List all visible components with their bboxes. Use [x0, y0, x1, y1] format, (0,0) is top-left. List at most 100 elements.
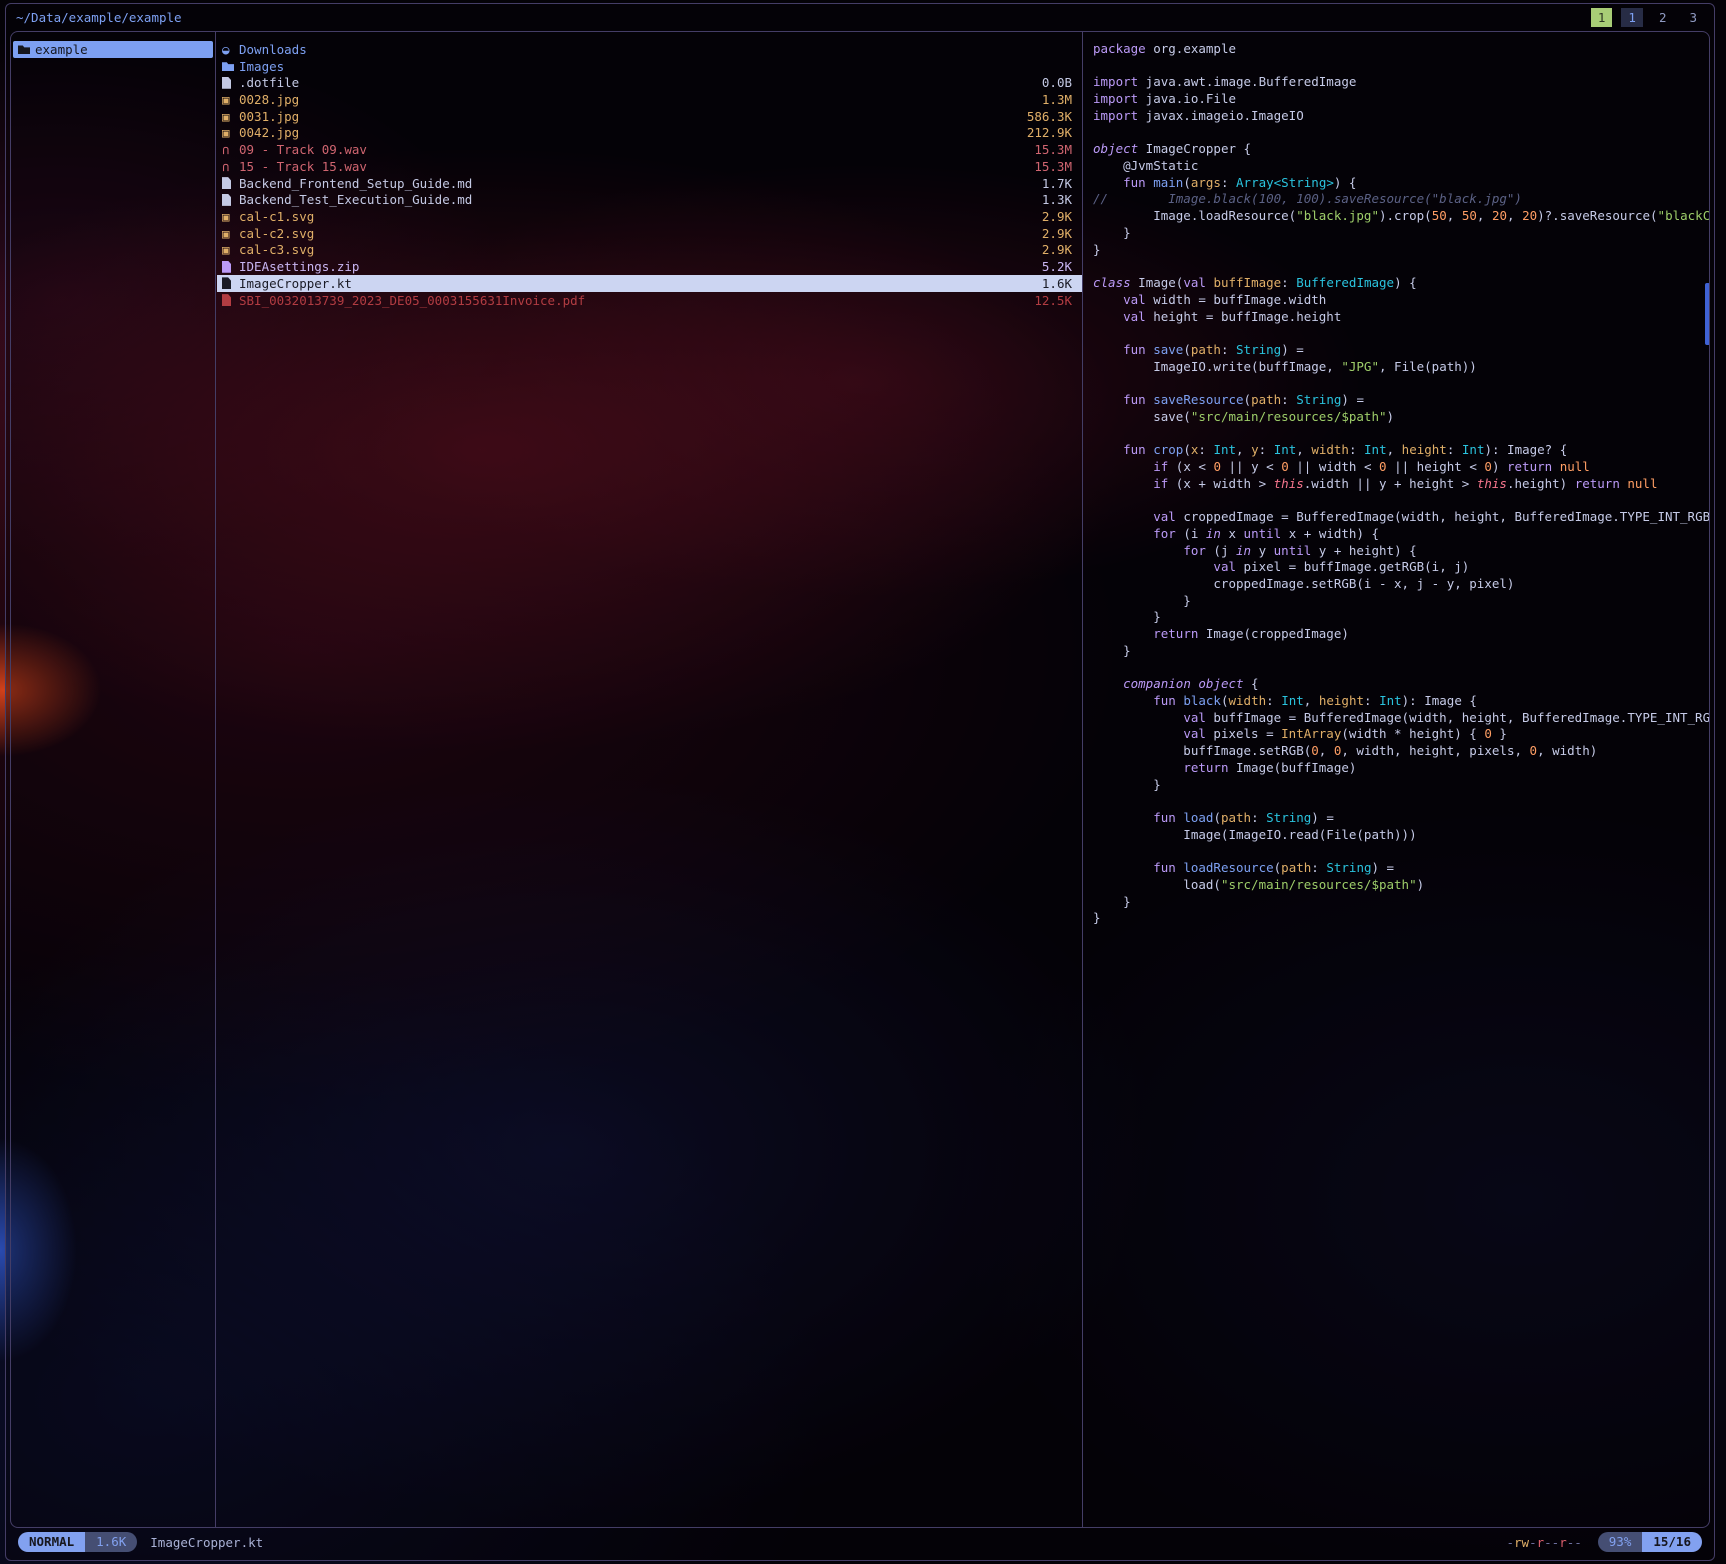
- file-row[interactable]: ◒Downloads: [217, 41, 1082, 58]
- code-line: [1093, 125, 1709, 142]
- folder-icon: [222, 61, 239, 71]
- file-icon: [222, 77, 239, 89]
- pdf-icon: [222, 294, 239, 306]
- file-size: 2.9K: [1042, 226, 1072, 241]
- file-row[interactable]: ImageCropper.kt1.6K: [217, 275, 1082, 292]
- code-line: }: [1093, 609, 1709, 626]
- preview-pane: package org.example import java.awt.imag…: [1084, 32, 1709, 1527]
- code-line: [1093, 375, 1709, 392]
- image-icon: ▣: [222, 125, 239, 140]
- file-row[interactable]: Backend_Test_Execution_Guide.md1.3K: [217, 191, 1082, 208]
- code-line: }: [1093, 777, 1709, 794]
- code-line: }: [1093, 910, 1709, 927]
- file-name: 0042.jpg: [239, 125, 1019, 140]
- file-size: 1.3M: [1042, 92, 1072, 107]
- file-row[interactable]: IDEAsettings.zip5.2K: [217, 258, 1082, 275]
- code-line: [1093, 844, 1709, 861]
- tab-2[interactable]: 2: [1652, 8, 1674, 27]
- file-row[interactable]: ▣0028.jpg 1.3M: [217, 91, 1082, 108]
- file-name: Downloads: [239, 42, 1064, 57]
- code-line: import javax.imageio.ImageIO: [1093, 108, 1709, 125]
- mode-indicator: NORMAL: [18, 1532, 85, 1552]
- status-filename: ImageCropper.kt: [150, 1535, 263, 1550]
- file-name: Images: [239, 59, 1064, 74]
- tab-bar: 1123: [1591, 8, 1704, 27]
- file-row[interactable]: Backend_Frontend_Setup_Guide.md1.7K: [217, 175, 1082, 192]
- code-line: fun saveResource(path: String) =: [1093, 392, 1709, 409]
- code-line: fun save(path: String) =: [1093, 342, 1709, 359]
- code-line: [1093, 258, 1709, 275]
- code-line: import java.io.File: [1093, 91, 1709, 108]
- header-bar: ~/Data/example/example 1123: [6, 4, 1714, 30]
- file-row[interactable]: SBI_0032013739_2023_DE05_0003155631Invoi…: [217, 292, 1082, 309]
- code-line: val pixel = buffImage.getRGB(i, j): [1093, 559, 1709, 576]
- code-line: [1093, 58, 1709, 75]
- file-name: 0028.jpg: [239, 92, 1034, 107]
- file-row[interactable]: ▣cal-c1.svg 2.9K: [217, 208, 1082, 225]
- file-permissions: -rw-r--r--: [1506, 1535, 1581, 1550]
- scroll-percent: 93%: [1598, 1532, 1643, 1552]
- file-name: 0031.jpg: [239, 109, 1019, 124]
- code-line: package org.example: [1093, 41, 1709, 58]
- markdown-icon: [222, 194, 239, 206]
- file-row[interactable]: ▣0031.jpg586.3K: [217, 108, 1082, 125]
- code-line: }: [1093, 242, 1709, 259]
- code-line: [1093, 660, 1709, 677]
- file-row[interactable]: Images: [217, 58, 1082, 75]
- file-row[interactable]: .dotfile0.0B: [217, 74, 1082, 91]
- code-line: fun crop(x: Int, y: Int, width: Int, hei…: [1093, 442, 1709, 459]
- code-line: if (x + width > this.width || y + height…: [1093, 476, 1709, 493]
- code-line: object ImageCropper {: [1093, 141, 1709, 158]
- code-line: val height = buffImage.height: [1093, 309, 1709, 326]
- image-icon: ▣: [222, 209, 239, 224]
- parent-directory-pane: example: [11, 32, 216, 1527]
- status-bar: NORMAL 1.6K ImageCropper.kt -rw-r--r-- 9…: [10, 1531, 1710, 1553]
- code-line: for (i in x until x + width) {: [1093, 526, 1709, 543]
- parent-item-example[interactable]: example: [13, 41, 213, 58]
- code-line: return Image(croppedImage): [1093, 626, 1709, 643]
- code-line: fun load(path: String) =: [1093, 810, 1709, 827]
- code-line: fun main(args: Array<String>) {: [1093, 175, 1709, 192]
- file-row[interactable]: ∩15 - Track 15.wav15.3M: [217, 158, 1082, 175]
- file-size: 15.3M: [1034, 159, 1072, 174]
- file-row[interactable]: ▣cal-c2.svg2.9K: [217, 225, 1082, 242]
- code-line: [1093, 325, 1709, 342]
- file-name: cal-c2.svg: [239, 226, 1034, 241]
- file-size-indicator: 1.6K: [85, 1532, 137, 1552]
- file-size: 15.3M: [1034, 142, 1072, 157]
- file-name: cal-c1.svg: [239, 209, 1034, 224]
- code-line: fun black(width: Int, height: Int): Imag…: [1093, 693, 1709, 710]
- folder-icon: [18, 44, 35, 54]
- code-line: load("src/main/resources/$path"): [1093, 877, 1709, 894]
- file-size: 0.0B: [1042, 75, 1072, 90]
- kotlin-icon: [222, 277, 239, 289]
- code-line: companion object {: [1093, 676, 1709, 693]
- file-name: SBI_0032013739_2023_DE05_0003155631Invoi…: [239, 293, 1026, 308]
- tasks-badge[interactable]: 1: [1591, 8, 1613, 27]
- code-line: save("src/main/resources/$path"): [1093, 409, 1709, 426]
- markdown-icon: [222, 177, 239, 189]
- file-name: Backend_Frontend_Setup_Guide.md: [239, 176, 1034, 191]
- download-icon: ◒: [222, 42, 239, 57]
- code-line: }: [1093, 593, 1709, 610]
- cursor-position: 15/16: [1642, 1532, 1702, 1552]
- tab-1[interactable]: 1: [1621, 8, 1643, 27]
- file-size: 12.5K: [1034, 293, 1072, 308]
- tab-3[interactable]: 3: [1682, 8, 1704, 27]
- code-line: for (j in y until y + height) {: [1093, 543, 1709, 560]
- image-icon: ▣: [222, 92, 239, 107]
- preview-scrollbar-thumb[interactable]: [1705, 283, 1710, 345]
- file-row[interactable]: ▣cal-c3.svg2.9K: [217, 242, 1082, 259]
- file-size: 212.9K: [1027, 125, 1072, 140]
- directory-name: example: [35, 42, 88, 57]
- breadcrumb-path: ~/Data/example/example: [16, 10, 182, 25]
- code-line: @JvmStatic: [1093, 158, 1709, 175]
- file-row[interactable]: ▣0042.jpg 212.9K: [217, 125, 1082, 142]
- code-line: ImageIO.write(buffImage, "JPG", File(pat…: [1093, 359, 1709, 376]
- image-icon: ▣: [222, 109, 239, 124]
- code-line: }: [1093, 894, 1709, 911]
- file-size: 2.9K: [1042, 209, 1072, 224]
- image-icon: ▣: [222, 242, 239, 257]
- code-line: import java.awt.image.BufferedImage: [1093, 74, 1709, 91]
- file-row[interactable]: ∩09 - Track 09.wav15.3M: [217, 141, 1082, 158]
